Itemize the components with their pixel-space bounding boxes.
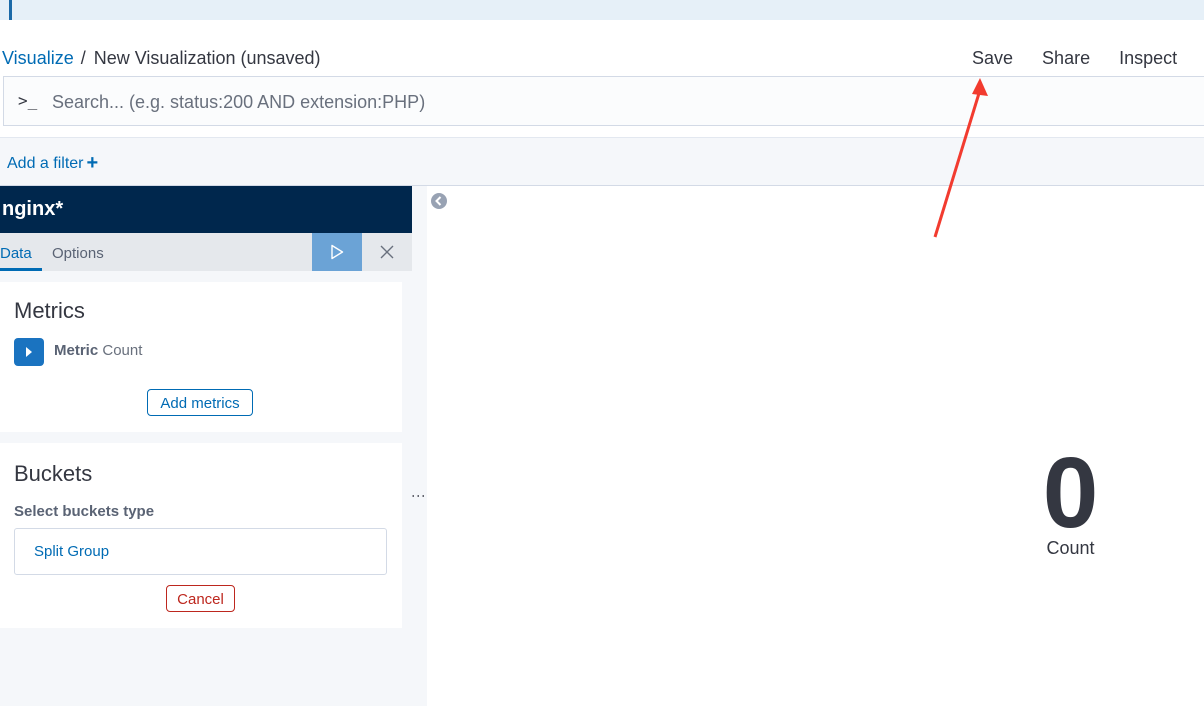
breadcrumb: Visualize / New Visualization (unsaved) [2, 48, 321, 69]
metric-name-label: Count [102, 342, 143, 359]
metric-count-item[interactable]: Metric Count [54, 342, 142, 359]
breadcrumb-visualize-link[interactable]: Visualize [2, 48, 74, 68]
cancel-button[interactable]: Cancel [166, 585, 235, 612]
collapse-sidebar-icon[interactable] [430, 192, 448, 210]
top-banner-accent [9, 0, 12, 20]
tab-data[interactable]: Data [0, 233, 42, 271]
add-filter-label: Add a filter [7, 155, 84, 172]
metrics-panel: Metrics Metric Count Add metrics [0, 282, 402, 432]
discard-changes-button[interactable] [362, 233, 412, 271]
add-metrics-button[interactable]: Add metrics [147, 389, 253, 416]
metric-type-label: Metric [54, 342, 99, 359]
query-language-icon[interactable]: >_ [18, 91, 37, 110]
split-group-option[interactable]: Split Group [14, 528, 387, 575]
apply-changes-button[interactable] [312, 233, 362, 271]
breadcrumb-separator: / [80, 48, 86, 68]
play-icon [331, 244, 344, 260]
add-filter-button[interactable]: Add a filter + [7, 151, 98, 174]
editor-sidebar: nginx* Data Options Metrics Metric Count… [0, 186, 427, 706]
header: Visualize / New Visualization (unsaved) Sa… [0, 40, 1204, 76]
sidebar-tabs: Data Options [0, 233, 412, 271]
close-icon [380, 245, 394, 259]
save-button[interactable]: Save [972, 48, 1013, 69]
top-menu: Save Share Inspect R [972, 48, 1204, 69]
metric-expand-toggle[interactable] [14, 338, 44, 366]
top-banner [0, 0, 1204, 20]
metric-caption: Count [1046, 538, 1095, 558]
metrics-title: Metrics [14, 298, 85, 323]
query-bar: >_ [3, 76, 1204, 126]
buckets-panel: Buckets Select buckets type Split Group … [0, 443, 402, 628]
search-input[interactable] [52, 89, 752, 115]
buckets-title: Buckets [14, 461, 93, 486]
caret-right-icon [26, 347, 32, 357]
inspect-button[interactable]: Inspect [1119, 48, 1177, 69]
select-buckets-label: Select buckets type [14, 503, 155, 520]
plus-icon: + [86, 152, 99, 174]
metric-value: 0 [1042, 437, 1099, 549]
visualization-area: 0 Count [427, 186, 1204, 706]
filter-bar: Add a filter + [0, 137, 1204, 186]
share-button[interactable]: Share [1042, 48, 1090, 69]
resize-handle-icon[interactable]: ⋮ [411, 489, 427, 503]
tab-options[interactable]: Options [52, 233, 104, 271]
breadcrumb-current: New Visualization (unsaved) [93, 48, 321, 68]
index-pattern-title: nginx* [0, 186, 412, 233]
